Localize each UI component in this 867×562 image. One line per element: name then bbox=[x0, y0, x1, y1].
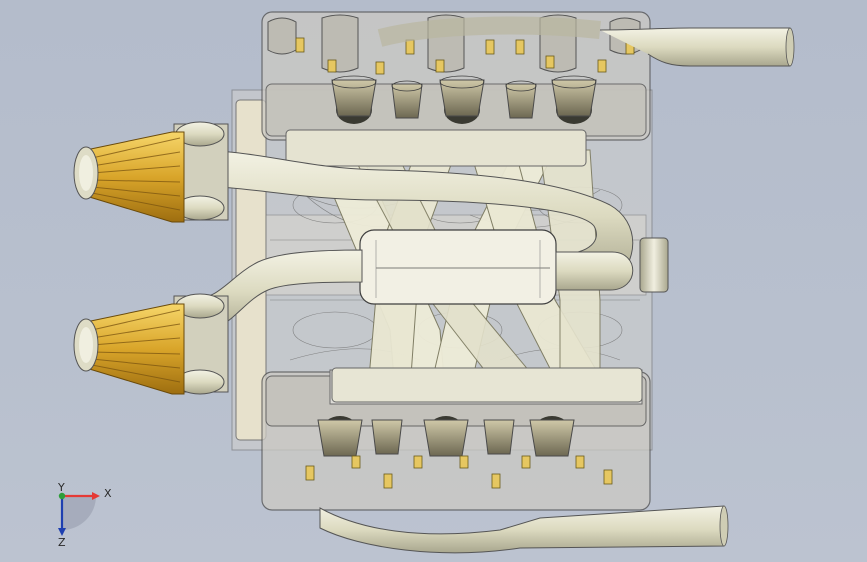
air-filter-bottom[interactable] bbox=[73, 293, 229, 395]
x-arrow-icon bbox=[92, 492, 100, 500]
z-axis-label: Z bbox=[58, 536, 66, 549]
z-arrow-icon bbox=[58, 528, 66, 536]
3d-viewport[interactable]: X Y Z bbox=[0, 0, 867, 562]
y-axis-label: Y bbox=[57, 481, 65, 494]
collector-box[interactable] bbox=[359, 229, 557, 305]
x-axis-label: X bbox=[104, 487, 112, 500]
cylinder-head-top[interactable] bbox=[261, 11, 795, 141]
plenum-top[interactable] bbox=[285, 129, 587, 167]
air-filter-top[interactable] bbox=[73, 121, 229, 223]
orientation-triad[interactable]: X Y Z bbox=[57, 481, 112, 549]
plenum-bottom[interactable] bbox=[331, 367, 643, 403]
right-outlet-stub[interactable] bbox=[639, 237, 669, 293]
engine-model[interactable]: X Y Z bbox=[0, 0, 867, 562]
triad-plane-icon bbox=[62, 496, 96, 530]
